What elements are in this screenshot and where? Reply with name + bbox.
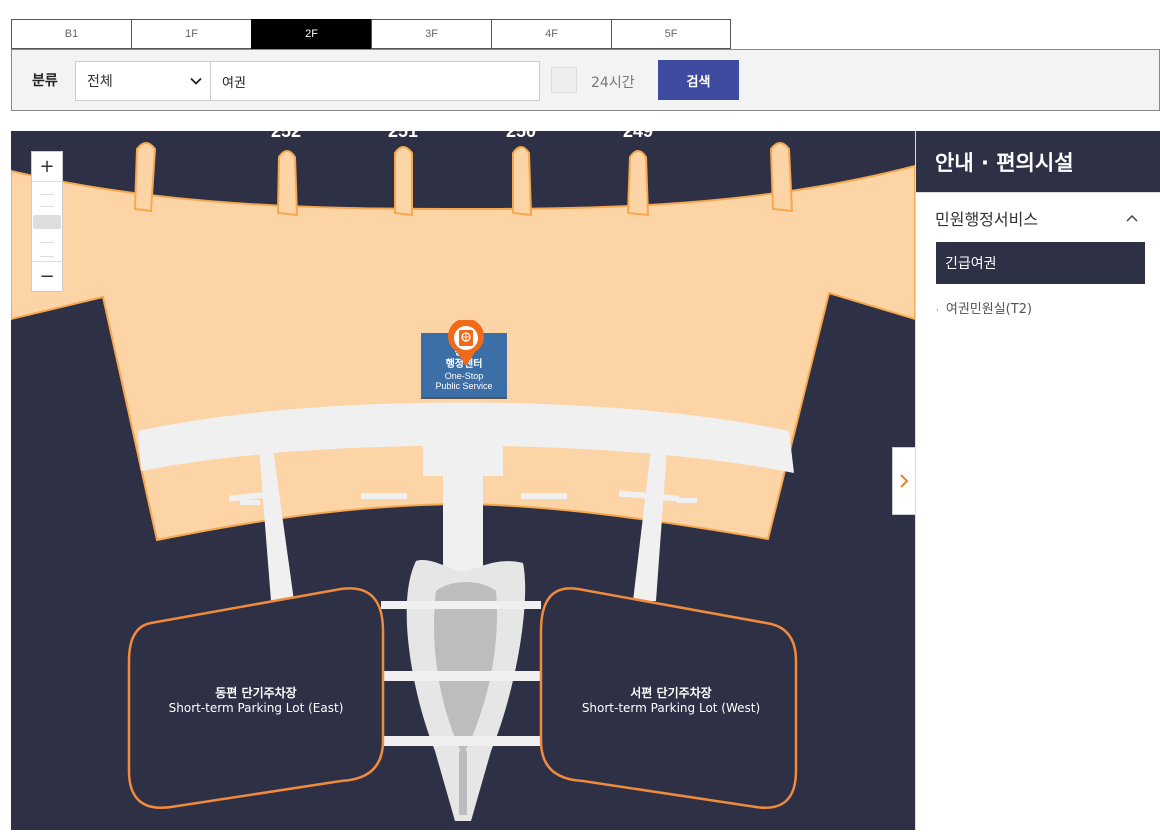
poi-name-en-2: Public Service: [435, 381, 493, 391]
parking-west-label: 서편 단기주차장 Short-term Parking Lot (West): [571, 686, 771, 716]
search-bar: 분류 전체 24시간 검색: [11, 49, 1160, 111]
parking-east-label: 동편 단기주차장 Short-term Parking Lot (East): [161, 686, 351, 716]
gate-label-249: 249: [623, 131, 654, 141]
parking-east-name-ko: 동편 단기주차장: [215, 686, 297, 700]
cross-road-3: [381, 736, 541, 746]
zoom-in-button[interactable]: +: [32, 152, 62, 182]
zoom-tick: [40, 242, 54, 243]
zoom-tick: [40, 206, 54, 207]
gate-label-251: 251: [388, 131, 419, 141]
cross-road-1: [381, 601, 541, 609]
category-label: 분류: [32, 73, 58, 89]
chevron-up-icon: [1126, 214, 1138, 222]
bullet-icon: ·: [936, 306, 939, 316]
sidebar-title: 안내 · 편의시설: [916, 131, 1160, 192]
floor-tab-5f[interactable]: 5F: [611, 19, 731, 49]
floor-tab-3f[interactable]: 3F: [371, 19, 491, 49]
floor-tab-b1[interactable]: B1: [11, 19, 131, 49]
central-connector: [423, 431, 503, 476]
expand-panel-button[interactable]: [892, 447, 915, 515]
zoom-tick: [40, 256, 54, 257]
map-canvas: [11, 142, 915, 821]
chevron-down-icon: [190, 77, 202, 85]
terminal-map[interactable]: 252 251 250 249 통합 행정센터 One-Stop Public …: [11, 131, 915, 830]
floor-tabs: B1 1F 2F 3F 4F 5F: [11, 19, 731, 49]
category-value: 전체: [87, 74, 113, 90]
location-pin-icon[interactable]: [445, 320, 487, 368]
zoom-out-button[interactable]: −: [32, 261, 62, 291]
sub-item-emergency-passport[interactable]: 긴급여권: [936, 242, 1145, 284]
sub-item-passport-office[interactable]: · 여권민원실(T2): [936, 298, 1160, 317]
section-civil-service[interactable]: 민원행정서비스: [916, 192, 1160, 242]
facilities-sidebar: 안내 · 편의시설 민원행정서비스 긴급여권 · 여권민원실(T2): [915, 131, 1160, 830]
section-label: 민원행정서비스: [935, 209, 1039, 229]
search-button[interactable]: 검색: [658, 60, 739, 100]
floor-tab-2f[interactable]: 2F: [251, 19, 371, 49]
gate-label-250: 250: [506, 131, 537, 141]
cross-road-2: [381, 671, 541, 681]
chevron-right-icon: [900, 474, 909, 488]
parking-west-name-ko: 서편 단기주차장: [630, 686, 712, 700]
zoom-tick: [40, 194, 54, 195]
parking-east-name-en: Short-term Parking Lot (East): [168, 701, 344, 715]
24h-label: 24시간: [591, 75, 635, 91]
poi-name-en-1: One-Stop: [444, 371, 484, 381]
zoom-control: + −: [31, 151, 63, 292]
category-select[interactable]: 전체: [75, 61, 210, 101]
24h-checkbox[interactable]: [551, 67, 577, 93]
gate-label-252: 252: [271, 131, 302, 141]
search-input[interactable]: [210, 61, 540, 101]
sub-item-label: 여권민원실(T2): [945, 302, 1033, 317]
parking-west-name-en: Short-term Parking Lot (West): [581, 701, 761, 715]
floor-tab-4f[interactable]: 4F: [491, 19, 611, 49]
floor-tab-1f[interactable]: 1F: [131, 19, 251, 49]
zoom-slider-thumb[interactable]: [33, 215, 61, 229]
